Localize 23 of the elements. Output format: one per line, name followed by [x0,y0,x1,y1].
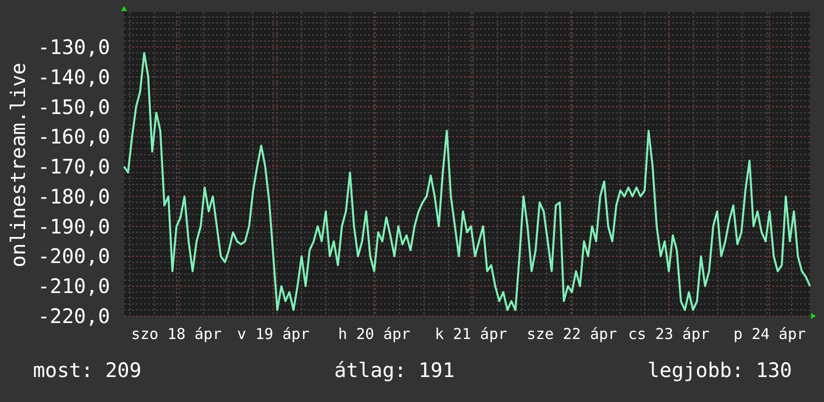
axis-label: -180,0 [38,184,110,208]
axis-arrow-icon [811,313,816,319]
stat-text: átlag: 191 [334,358,455,382]
axis-label: -130,0 [38,34,110,59]
axis-label: k 21 ápr [434,325,508,343]
axis-label: p 24 ápr [734,325,806,343]
axis-arrow-icon [121,6,127,11]
axis-label: sze 22 ápr [526,325,618,343]
axis-label: -170,0 [38,154,110,179]
axis-label: -160,0 [38,124,110,149]
axis-label: -220,0 [38,304,110,328]
axis-label: h 20 ápr [338,325,410,343]
axis-label: -190,0 [38,214,110,238]
axis-label: cs 23 ápr [628,325,710,343]
axis-label: -140,0 [38,64,110,89]
axis-label: -150,0 [38,94,110,119]
axis-label: v 19 ápr [237,325,310,343]
axis-label: -200,0 [38,244,110,268]
stat-text: most: 209 [33,358,142,382]
axis-title: onlinestream.live [6,62,30,268]
axis-label: -210,0 [38,274,110,298]
stat-text: legjobb: 130 [647,358,792,382]
axis-label: szo 18 ápr [131,325,222,343]
